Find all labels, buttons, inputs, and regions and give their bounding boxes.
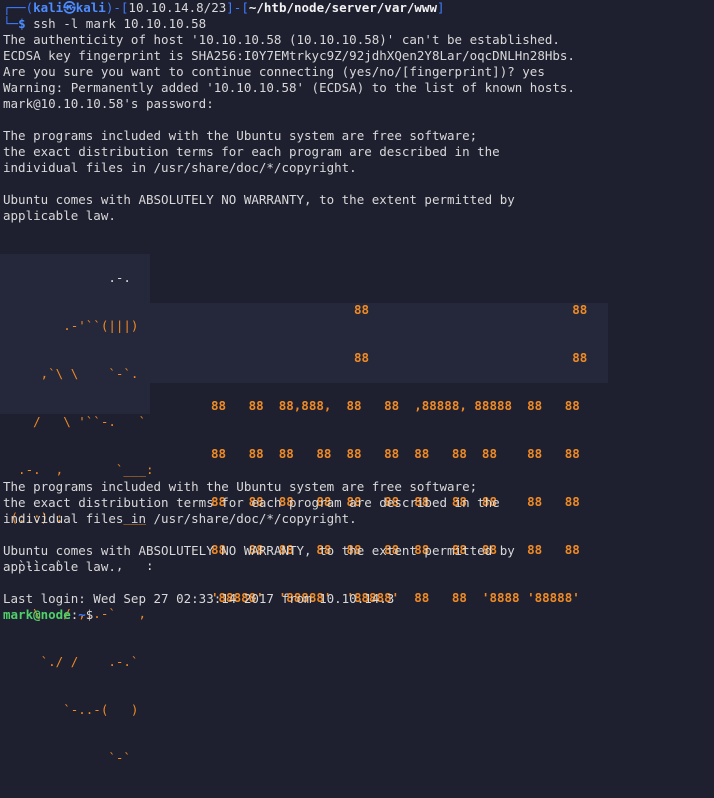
ascii-banner-line: 88 88 88,888, 88 88 ,88888, 88888 88 88 [211, 398, 580, 413]
ascii-banner: 88 88 88 88 88 88 88,888, 88 88 ,88888, … [211, 270, 587, 638]
motd-line: The programs included with the Ubuntu sy… [3, 128, 478, 143]
ascii-logo-line: `-` [3, 750, 131, 765]
motd-line: individual files in /usr/share/doc/*/cop… [3, 160, 357, 175]
terminal-window[interactable]: ┌──(kali㉿kali)-[10.10.14.8/23]-[~/htb/no… [0, 0, 714, 765]
motd-line: the exact distribution terms for each pr… [3, 495, 500, 510]
ascii-logo-line: `./ / .-.` [3, 654, 139, 669]
prompt-corner: └─ [3, 16, 19, 31]
ascii-logo-line: / \ '``-. ` [3, 414, 146, 429]
prompt-at-symbol: ㉿ [63, 0, 76, 15]
prompt-header: ┌──(kali㉿kali)-[10.10.14.8/23]-[~/htb/no… [3, 0, 445, 16]
ascii-banner-line: 88 88 [211, 302, 588, 317]
prompt-path: ~/htb/node/server/var/www [248, 0, 437, 15]
prompt-ip: 10.10.14.8/23 [128, 0, 227, 15]
ssh-output-line: Are you sure you want to continue connec… [3, 64, 545, 79]
remote-shell-prompt[interactable]: mark@node:~$ [3, 607, 94, 623]
warranty-line: applicable law. [3, 208, 116, 223]
ascii-logo-line: .-'``(|||) [3, 318, 139, 333]
warranty-line: applicable law. [3, 559, 116, 574]
ssh-output-line: ECDSA key fingerprint is SHA256:I0Y7EMtr… [3, 48, 575, 63]
ascii-logo-line: .-. [3, 270, 131, 285]
prompt-corner: ┌──( [3, 0, 34, 15]
ascii-logo-line: .-. , `___: [3, 462, 154, 477]
prompt-host: kali [75, 0, 106, 15]
prompt-separator: ]-[ [226, 0, 249, 15]
last-login-line: Last login: Wed Sep 27 02:33:14 2017 fro… [3, 591, 395, 606]
prompt-command-line: └─$ ssh -l mark 10.10.10.58 [3, 16, 206, 32]
warranty-line: Ubuntu comes with ABSOLUTELY NO WARRANTY… [3, 192, 515, 207]
ascii-logo-line: ,`\ \ `-`. [3, 366, 139, 381]
ascii-banner-line: 88 88 [211, 350, 588, 365]
ascii-banner-line: 88 88 88 88 88 88 88 88 88 88 88 [211, 446, 580, 461]
remote-path: ~ [78, 607, 86, 622]
prompt-dollar: $ [85, 607, 94, 622]
prompt-separator: ] [437, 0, 445, 15]
prompt-separator: )-[ [105, 0, 129, 15]
ascii-logo-line: `-..-( ) [3, 702, 139, 717]
remote-user-host: mark@node [3, 607, 71, 622]
ssh-output-line: Warning: Permanently added '10.10.10.58'… [3, 80, 575, 95]
motd-line: the exact distribution terms for each pr… [3, 144, 500, 159]
command-text: ssh -l mark 10.10.10.58 [25, 16, 207, 31]
motd-line: individual files in /usr/share/doc/*/cop… [3, 511, 357, 526]
ssh-output-line: The authenticity of host '10.10.10.58 (1… [3, 32, 560, 47]
prompt-user: kali [33, 0, 64, 15]
prompt-dollar: $ [18, 16, 26, 31]
warranty-line: Ubuntu comes with ABSOLUTELY NO WARRANTY… [3, 543, 515, 558]
text-cursor [93, 607, 94, 619]
ssh-output-line: mark@10.10.10.58's password: [3, 96, 214, 111]
motd-line: The programs included with the Ubuntu sy… [3, 479, 478, 494]
